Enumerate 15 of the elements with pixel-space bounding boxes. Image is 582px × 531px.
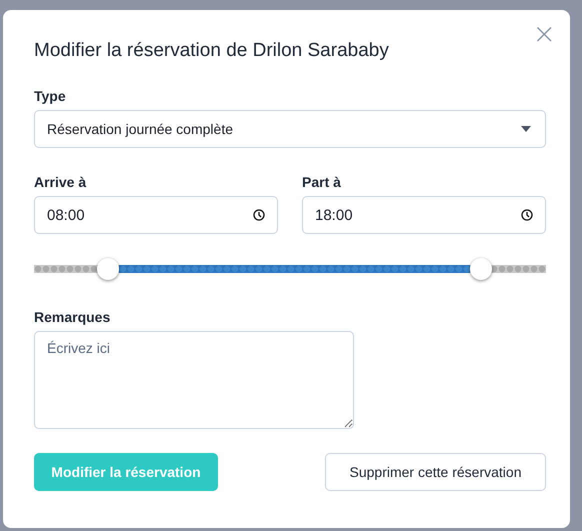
field-label: Arrive à bbox=[34, 174, 88, 190]
dialog-title: Modifier la réservation de Drilon Sarababy bbox=[34, 40, 390, 62]
slider-handle[interactable] bbox=[97, 258, 120, 280]
time-field[interactable]: 08:00 bbox=[34, 196, 278, 234]
delete-button[interactable]: Supprimer cette réservation bbox=[325, 453, 546, 491]
field-label: Part à bbox=[302, 174, 342, 190]
slider-handle[interactable] bbox=[470, 258, 492, 280]
remarks-field[interactable]: Écrivez ici bbox=[34, 331, 354, 429]
clock-icon bbox=[253, 209, 265, 221]
field-label: Remarques bbox=[34, 309, 112, 325]
caret-icon bbox=[521, 126, 531, 132]
clock-icon bbox=[521, 209, 533, 221]
type-select[interactable]: Réservation journée complète bbox=[34, 110, 546, 148]
time-field[interactable]: 18:00 bbox=[302, 196, 546, 234]
field-label: Type bbox=[34, 88, 67, 104]
